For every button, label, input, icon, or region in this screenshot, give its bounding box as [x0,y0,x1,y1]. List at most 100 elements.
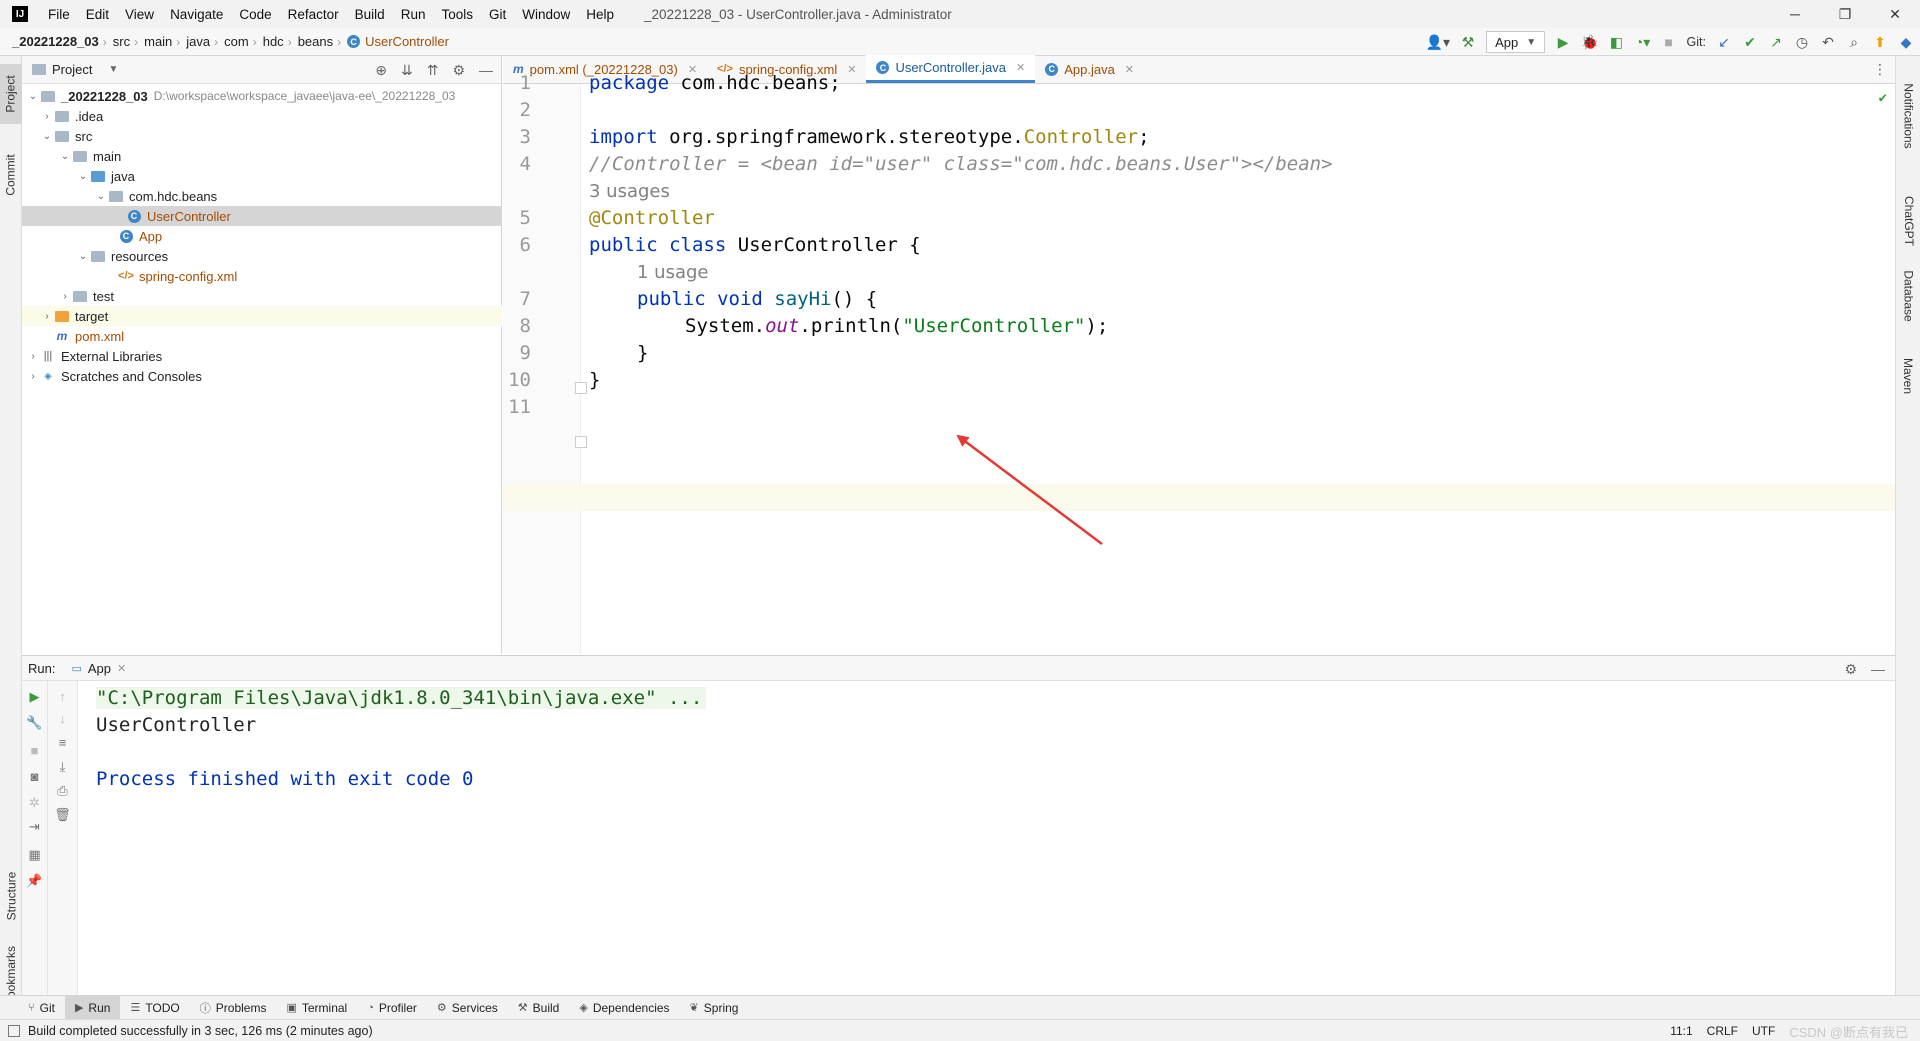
pin-icon[interactable]: 📌 [22,873,47,889]
chevron-down-icon[interactable]: ⌄ [76,171,90,182]
chatgpt-tool-tab[interactable]: ChatGPT [1896,181,1920,261]
tree-item-idea[interactable]: › .idea [22,106,502,126]
print-icon[interactable]: ⎙ [48,783,77,799]
tree-item-target[interactable]: › target [22,306,502,326]
chevron-right-icon[interactable]: › [26,371,40,382]
breadcrumb-com[interactable]: com [218,34,253,49]
usages-hint-class[interactable]: 3 usages [589,181,670,202]
breadcrumb-hdc[interactable]: hdc [257,34,288,49]
rerun-icon[interactable]: ▶ [22,689,47,705]
git-push-icon[interactable]: ↗ [1768,34,1784,51]
chevron-down-icon[interactable]: ⌄ [40,131,54,142]
tree-item-pom[interactable]: m pom.xml [22,326,502,346]
scroll-to-end-icon[interactable]: ⤓ [48,759,77,775]
chevron-right-icon[interactable]: › [40,111,54,122]
project-tool-tab[interactable]: Project [0,64,22,124]
toolbar-spring[interactable]: ❦ Spring [680,996,749,1020]
hide-icon[interactable]: — [1871,661,1885,677]
menu-git[interactable]: Git [481,7,514,22]
maven-tool-tab[interactable]: Maven [1896,341,1920,411]
database-tool-tab[interactable]: Database [1896,256,1920,336]
project-view-selector[interactable]: Project [52,62,92,77]
breadcrumb-java[interactable]: java [180,34,214,49]
run-config-selector[interactable]: App ▼ [1486,31,1546,53]
breadcrumb-beans[interactable]: beans [292,34,337,49]
update-icon[interactable]: ⬆ [1872,34,1888,51]
search-icon[interactable]: ⌕ [1846,34,1862,51]
menu-tools[interactable]: Tools [433,7,481,22]
more-options-icon[interactable]: ⋮ [1873,61,1887,78]
console-output[interactable]: "C:\Program Files\Java\jdk1.8.0_341\bin\… [78,681,1895,995]
tree-item-test[interactable]: › test [22,286,502,306]
notifications-tool-tab[interactable]: Notifications [1896,66,1920,166]
close-icon[interactable]: ✕ [1125,63,1134,76]
usages-hint-method[interactable]: 1 usage [637,262,709,283]
toolbar-build[interactable]: ⚒ Build [508,996,570,1020]
commit-tool-tab[interactable]: Commit [0,140,22,210]
breadcrumb-usercontroller[interactable]: C UserController [341,34,453,49]
tab-usercontroller-java[interactable]: C UserController.java ✕ [866,55,1036,83]
stop-icon[interactable]: ■ [22,743,47,758]
toolbar-terminal[interactable]: ▣ Terminal [276,996,357,1020]
wrench-icon[interactable]: 🔧 [22,715,47,731]
stop-icon[interactable]: ■ [1661,34,1677,50]
line-separator[interactable]: CRLF [1707,1024,1738,1038]
menu-build[interactable]: Build [347,7,393,22]
chevron-down-icon[interactable]: ⌄ [76,251,90,262]
caret-position[interactable]: 11:1 [1670,1024,1692,1038]
tree-item-src[interactable]: ⌄ src [22,126,502,146]
user-icon[interactable]: 👤▾ [1426,34,1450,51]
chevron-right-icon[interactable]: › [58,291,72,302]
fold-icon[interactable] [575,382,587,394]
debug-icon[interactable]: 🐞 [1581,34,1598,51]
close-icon[interactable]: ✕ [847,63,856,76]
soft-wrap-icon[interactable]: ≡ [48,735,77,750]
gear-icon[interactable]: ⚙ [1844,661,1857,678]
hide-icon[interactable]: — [479,62,493,78]
exit-icon[interactable]: ⇥ [22,819,47,835]
history-icon[interactable]: ◷ [1794,34,1810,51]
debug-icon[interactable]: ✲ [22,795,47,811]
close-icon[interactable]: ✕ [1016,61,1025,74]
gear-icon[interactable]: ⚙ [452,62,465,79]
tree-item-usercontroller[interactable]: C UserController [22,206,502,226]
breadcrumb-src[interactable]: src [107,34,134,49]
menu-view[interactable]: View [117,7,162,22]
tree-item-main[interactable]: ⌄ main [22,146,502,166]
chevron-down-icon[interactable]: ⌄ [26,91,40,102]
file-encoding[interactable]: UTF [1752,1024,1775,1038]
tree-item-resources[interactable]: ⌄ resources [22,246,502,266]
fold-icon[interactable] [575,436,587,448]
git-update-icon[interactable]: ↙ [1716,34,1732,51]
close-window-button[interactable]: ✕ [1870,0,1920,28]
locate-icon[interactable]: ⊕ [375,62,387,79]
run-tab-app[interactable]: ▭ App ✕ [71,661,126,676]
minimize-button[interactable]: ─ [1770,0,1820,28]
toolbar-git[interactable]: ⑂ Git [18,996,65,1020]
breadcrumb-project[interactable]: _20221228_03 [0,34,103,49]
restore-button[interactable]: ❐ [1820,0,1870,28]
tree-item-app[interactable]: C App [22,226,502,246]
menu-navigate[interactable]: Navigate [162,7,231,22]
close-icon[interactable]: ✕ [117,662,126,675]
build-hammer-icon[interactable]: ⚒ [1460,34,1476,51]
tree-item-package[interactable]: ⌄ com.hdc.beans [22,186,502,206]
toolbar-profiler[interactable]: ◔ Profiler [357,996,427,1020]
tree-item-scratches[interactable]: › ◈ Scratches and Consoles [22,366,502,386]
chevron-right-icon[interactable]: › [26,351,40,362]
tree-root[interactable]: ⌄ _20221228_03 D:\workspace\workspace_ja… [22,86,502,106]
tab-app-java[interactable]: C App.java ✕ [1035,55,1144,83]
chevron-down-icon[interactable]: ⌄ [58,151,72,162]
tree-item-external-libraries[interactable]: › ||| External Libraries [22,346,502,366]
tree-item-spring-config[interactable]: </> spring-config.xml [22,266,502,286]
menu-refactor[interactable]: Refactor [280,7,347,22]
rollback-icon[interactable]: ↶ [1820,34,1836,51]
breadcrumb-main[interactable]: main [138,34,176,49]
toolbar-problems[interactable]: ⓘ Problems [190,996,277,1020]
menu-edit[interactable]: Edit [78,7,117,22]
code-editor[interactable]: 1 2 3 4 5 6 7 8 9 10 11 package com.hdc.… [503,72,1895,654]
menu-help[interactable]: Help [578,7,622,22]
toolbar-dependencies[interactable]: ◈ Dependencies [569,996,679,1020]
menu-code[interactable]: Code [231,7,279,22]
toolbar-todo[interactable]: ☰ TODO [120,996,189,1020]
